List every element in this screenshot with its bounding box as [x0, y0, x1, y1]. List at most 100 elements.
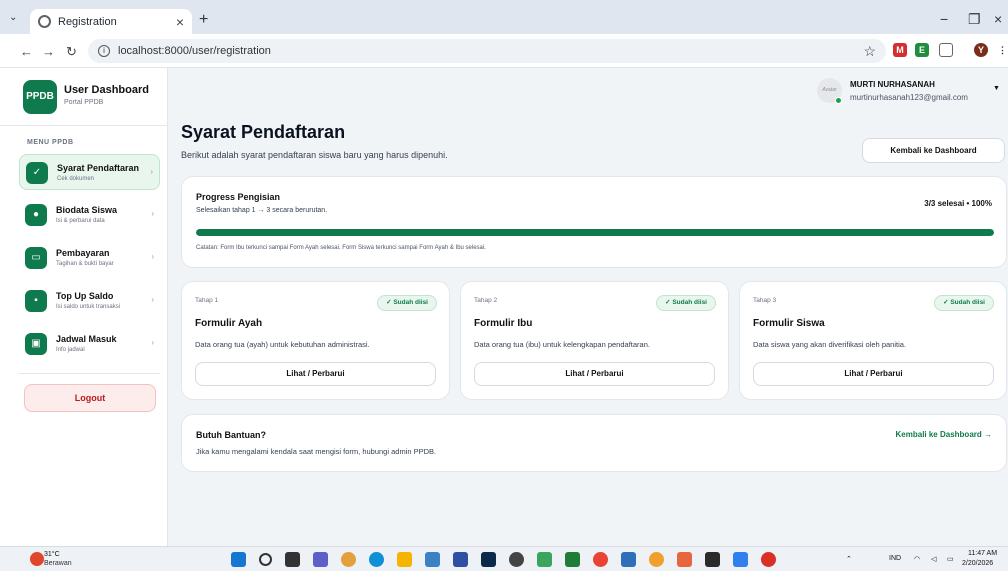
step-description: Data orang tua (ibu) untuk kelengkapan p…: [474, 340, 650, 349]
logout-button[interactable]: Logout: [24, 384, 156, 412]
user-name: MURTI NURHASANAH: [850, 80, 935, 89]
bookmark-star-icon[interactable]: ☆: [863, 43, 876, 60]
vscode-icon[interactable]: [733, 552, 748, 567]
photoshop-icon[interactable]: [481, 552, 496, 567]
restore-icon[interactable]: ❐: [968, 11, 981, 28]
site-info-icon[interactable]: i: [98, 45, 110, 57]
app-icon[interactable]: [509, 552, 524, 567]
sidebar-item-topup[interactable]: ▪ Top Up Saldo Isi saldo untuk transaksi…: [19, 283, 160, 319]
sidebar-item-label: Pembayaran: [56, 248, 110, 258]
profile-icon[interactable]: Y: [974, 43, 988, 57]
teams-icon[interactable]: [313, 552, 328, 567]
file-explorer-icon[interactable]: [397, 552, 412, 567]
online-status-dot: [835, 97, 842, 104]
wifi-icon[interactable]: ◠: [914, 555, 920, 563]
search-icon[interactable]: [259, 553, 272, 566]
step-tag: Tahap 1: [195, 297, 219, 304]
url-text: localhost:8000/user/registration: [118, 45, 271, 57]
start-icon[interactable]: [231, 552, 246, 567]
browser-menu-icon[interactable]: ⋮: [998, 43, 1007, 57]
terminal-icon[interactable]: [705, 552, 720, 567]
step-description: Data siswa yang akan diverifikasi oleh p…: [753, 340, 906, 349]
new-tab-icon[interactable]: +: [199, 12, 208, 28]
app-icon[interactable]: [537, 552, 552, 567]
progress-note: Catatan: Form Ibu terkunci sampai Form A…: [196, 245, 486, 251]
browser-tab[interactable]: Registration ×: [30, 9, 192, 34]
sidebar-item-label: Top Up Saldo: [56, 291, 114, 301]
url-bar[interactable]: i localhost:8000/user/registration ☆: [88, 39, 886, 63]
step-tag: Tahap 3: [753, 297, 777, 304]
sidebar: PPDB User Dashboard Portal PPDB MENU PPD…: [0, 68, 168, 546]
step-title: Formulir Ibu: [474, 318, 533, 329]
app-icon[interactable]: [649, 552, 664, 567]
copilot-icon[interactable]: [341, 552, 356, 567]
progress-bar-fill: [196, 229, 994, 236]
task-view-icon[interactable]: [285, 552, 300, 567]
back-to-dashboard-button[interactable]: Kembali ke Dashboard: [862, 138, 1005, 163]
ppdb-logo: PPDB: [23, 80, 57, 114]
progress-status: 3/3 selesai • 100%: [924, 199, 992, 208]
minimize-icon[interactable]: −: [940, 11, 948, 27]
weather-temp: 31°C: [44, 551, 60, 558]
sidebar-item-sub: Cek dokumen: [57, 176, 95, 182]
view-update-button[interactable]: Lihat / Perbarui: [474, 362, 715, 386]
sidebar-item-biodata[interactable]: ● Biodata Siswa Isi & perbarui data ›: [19, 197, 160, 233]
step-tag: Tahap 2: [474, 297, 498, 304]
help-subtitle: Jika kamu mengalami kendala saat mengisi…: [196, 447, 437, 456]
tab-search-icon[interactable]: ⌄: [9, 12, 17, 23]
volume-icon[interactable]: ◁: [931, 555, 936, 563]
brand-subtitle: Portal PPDB: [64, 99, 104, 106]
user-email: murtinurhasanah123@gmail.com: [850, 93, 968, 102]
step-card-siswa: Tahap 3 ✓ Sudah diisi Formulir Siswa Dat…: [739, 281, 1007, 400]
chevron-right-icon: ›: [150, 167, 153, 176]
view-update-button[interactable]: Lihat / Perbarui: [195, 362, 436, 386]
windows-taskbar: 31°C Berawan ⌃ IND ◠ ◁ ▭ 11:47 AM 2/20/2…: [0, 546, 1008, 571]
progress-card: Progress Pengisian Selesaikan tahap 1 → …: [181, 176, 1007, 268]
xampp-icon[interactable]: [677, 552, 692, 567]
view-update-button[interactable]: Lihat / Perbarui: [753, 362, 994, 386]
extension-icon[interactable]: E: [915, 43, 929, 57]
language-indicator[interactable]: IND: [889, 555, 901, 562]
back-to-dashboard-link[interactable]: Kembali ke Dashboard →: [896, 430, 992, 439]
sidebar-item-pembayaran[interactable]: ▭ Pembayaran Tagihan & bukti bayar ›: [19, 240, 160, 276]
store-icon[interactable]: [425, 552, 440, 567]
sidebar-item-syarat[interactable]: ✓ Syarat Pendaftaran Cek dokumen ›: [19, 154, 160, 190]
page-subtitle: Berikut adalah syarat pendaftaran siswa …: [181, 150, 448, 160]
extension-icon[interactable]: M: [893, 43, 907, 57]
caret-down-icon[interactable]: ▼: [993, 85, 1000, 92]
tray-chevron-icon[interactable]: ⌃: [846, 555, 852, 563]
calendar-icon: ▣: [25, 333, 47, 355]
battery-icon[interactable]: ▭: [947, 555, 954, 563]
progress-subtitle: Selesaikan tahap 1 → 3 secara berurutan.: [196, 207, 328, 214]
sidebar-item-jadwal[interactable]: ▣ Jadwal Masuk Info jadwal ›: [19, 326, 160, 362]
weather-icon[interactable]: [30, 552, 44, 566]
reload-icon[interactable]: ↻: [66, 44, 77, 60]
step-title: Formulir Siswa: [753, 318, 825, 329]
page-title: Syarat Pendaftaran: [181, 122, 346, 142]
progress-bar: [196, 229, 994, 236]
step-card-ayah: Tahap 1 ✓ Sudah diisi Formulir Ayah Data…: [181, 281, 450, 400]
clock-date[interactable]: 2/20/2026: [962, 560, 993, 567]
globe-icon: [38, 15, 51, 28]
back-icon[interactable]: ←: [20, 44, 33, 59]
forward-icon[interactable]: →: [42, 44, 55, 59]
chevron-right-icon: ›: [151, 295, 154, 304]
address-bar-row: ← → ↻ i localhost:8000/user/registration…: [0, 34, 1008, 68]
status-badge: ✓ Sudah diisi: [656, 295, 716, 311]
app-icon[interactable]: [453, 552, 468, 567]
app-icon[interactable]: [621, 552, 636, 567]
xbox-icon[interactable]: [565, 552, 580, 567]
menu-header: MENU PPDB: [27, 139, 74, 146]
extensions-puzzle-icon[interactable]: [939, 43, 953, 57]
clock-time[interactable]: 11:47 AM: [968, 550, 997, 557]
progress-title: Progress Pengisian: [196, 192, 281, 202]
brand-title: User Dashboard: [64, 84, 149, 96]
chrome-icon[interactable]: [593, 552, 608, 567]
close-tab-icon[interactable]: ×: [176, 14, 184, 30]
chevron-right-icon: ›: [151, 252, 154, 261]
chrome-icon[interactable]: [761, 552, 776, 567]
step-card-ibu: Tahap 2 ✓ Sudah diisi Formulir Ibu Data …: [460, 281, 729, 400]
edge-icon[interactable]: [369, 552, 384, 567]
close-window-icon[interactable]: ×: [994, 11, 1002, 27]
help-card: Butuh Bantuan? Jika kamu mengalami kenda…: [181, 414, 1007, 472]
